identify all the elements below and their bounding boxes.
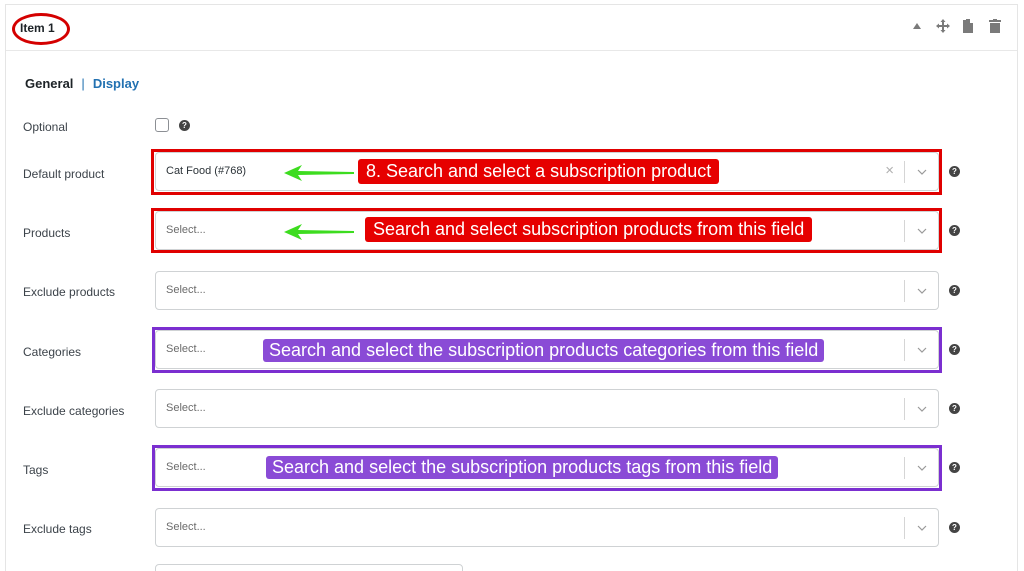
products-label: Products <box>23 226 71 240</box>
default-product-label: Default product <box>23 167 105 181</box>
chevron-down-icon[interactable] <box>916 285 928 297</box>
move-icon[interactable] <box>935 18 951 34</box>
title-highlight-circle <box>12 13 70 45</box>
help-icon[interactable]: ? <box>949 403 960 414</box>
select-divider <box>904 280 905 302</box>
exclude-products-placeholder: Select... <box>166 284 206 296</box>
help-icon[interactable]: ? <box>949 522 960 533</box>
exclude-products-select[interactable]: Select... <box>155 271 939 310</box>
default-product-annotation: 8. Search and select a subscription prod… <box>358 159 720 184</box>
green-arrow-icon <box>284 165 354 181</box>
exclude-categories-select[interactable]: Select... <box>155 389 939 428</box>
help-icon[interactable]: ? <box>949 166 960 177</box>
header-actions <box>909 18 1003 34</box>
select-divider <box>904 398 905 420</box>
tab-general[interactable]: General <box>25 76 73 91</box>
exclude-products-label: Exclude products <box>23 285 116 299</box>
exclude-categories-label: Exclude categories <box>23 404 125 418</box>
optional-label: Optional <box>23 120 68 134</box>
categories-annotation: Search and select the subscription produ… <box>263 339 825 362</box>
exclude-tags-placeholder: Select... <box>166 521 206 533</box>
optional-checkbox[interactable] <box>155 118 169 132</box>
help-icon[interactable]: ? <box>949 285 960 296</box>
exclude-tags-label: Exclude tags <box>23 522 92 536</box>
panel-header: Item 1 <box>6 5 1017 51</box>
collapse-up-icon[interactable] <box>909 18 925 34</box>
chevron-down-icon[interactable] <box>916 522 928 534</box>
chevron-down-icon[interactable] <box>916 403 928 415</box>
next-field-partial[interactable] <box>155 564 463 571</box>
copy-icon[interactable] <box>961 18 977 34</box>
green-arrow-icon <box>284 224 354 240</box>
help-icon[interactable]: ? <box>949 344 960 355</box>
categories-label: Categories <box>23 345 82 359</box>
tags-annotation: Search and select the subscription produ… <box>266 456 779 479</box>
exclude-tags-select[interactable]: Select... <box>155 508 939 547</box>
tab-display[interactable]: Display <box>93 76 139 91</box>
help-icon[interactable]: ? <box>949 225 960 236</box>
tab-separator: | <box>81 76 85 91</box>
products-annotation: Search and select subscription products … <box>365 217 813 242</box>
select-divider <box>904 517 905 539</box>
trash-icon[interactable] <box>987 18 1003 34</box>
settings-tabs: General | Display <box>25 76 139 91</box>
tags-label: Tags <box>23 463 49 477</box>
help-icon[interactable]: ? <box>949 462 960 473</box>
help-icon[interactable]: ? <box>179 120 190 131</box>
exclude-categories-placeholder: Select... <box>166 402 206 414</box>
